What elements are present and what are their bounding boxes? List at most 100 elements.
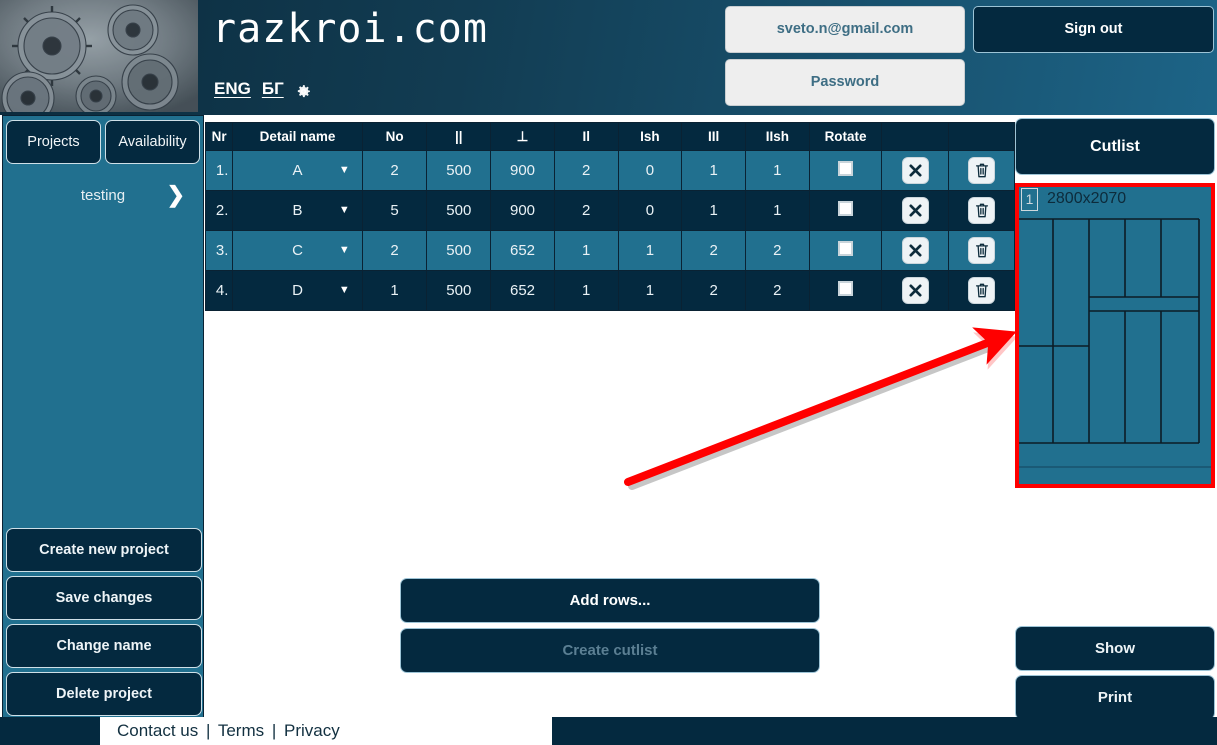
cell-iil[interactable]: 2 (681, 270, 746, 311)
right-panel: Cutlist 1 2800x2070 Show Print (1015, 118, 1215, 720)
cell-il[interactable]: 1 (553, 270, 619, 311)
cell-delete[interactable] (948, 270, 1015, 311)
col-nr: Nr (204, 122, 234, 151)
cell-iil[interactable]: 2 (681, 230, 746, 271)
cell-iish[interactable]: 1 (744, 190, 810, 231)
cell-clear[interactable] (881, 230, 950, 271)
x-circle-icon[interactable] (901, 197, 929, 224)
account-controls: sveto.n@gmail.com Password (725, 6, 965, 112)
table-header-row: Nr Detail name No || ⊥ Il Ish IIl IIsh R… (204, 122, 1015, 151)
chevron-down-icon[interactable]: ▼ (339, 204, 350, 216)
cell-iish[interactable]: 2 (744, 230, 810, 271)
cell-nr: 3. (204, 230, 234, 271)
cell-detail-name[interactable]: A ▼ (232, 150, 363, 191)
chevron-right-icon[interactable]: ❯ (167, 182, 185, 208)
cell-nr: 2. (204, 190, 234, 231)
col-perpendicular: ⊥ (490, 122, 555, 151)
save-changes-button[interactable]: Save changes (6, 576, 202, 620)
cell-iil[interactable]: 1 (681, 150, 746, 191)
cell-rotate[interactable] (808, 230, 883, 271)
cell-parallel[interactable]: 500 (426, 230, 492, 271)
cell-ish[interactable]: 1 (617, 230, 683, 271)
cell-perpendicular[interactable]: 652 (490, 270, 555, 311)
cell-detail-name[interactable]: B ▼ (232, 190, 363, 231)
details-table: Nr Detail name No || ⊥ Il Ish IIl IIsh R… (204, 122, 1015, 311)
lang-bg[interactable]: БГ (262, 79, 284, 99)
cutlist-button[interactable]: Cutlist (1015, 118, 1215, 175)
cell-perpendicular[interactable]: 652 (490, 230, 555, 271)
change-name-button[interactable]: Change name (6, 624, 202, 668)
cell-detail-name[interactable]: D ▼ (232, 270, 363, 311)
chevron-down-icon[interactable]: ▼ (339, 244, 350, 256)
trash-icon[interactable] (968, 277, 996, 304)
cell-rotate[interactable] (808, 190, 883, 231)
add-rows-button[interactable]: Add rows... (400, 578, 820, 623)
x-circle-icon[interactable] (901, 277, 929, 304)
cell-perpendicular[interactable]: 900 (490, 150, 555, 191)
cell-no[interactable]: 1 (361, 270, 428, 311)
cell-parallel[interactable]: 500 (426, 190, 492, 231)
cell-no[interactable]: 5 (361, 190, 428, 231)
cell-il[interactable]: 2 (553, 190, 619, 231)
cell-iish[interactable]: 2 (744, 270, 810, 311)
sidebar-tab-projects[interactable]: Projects (6, 120, 101, 164)
x-circle-icon[interactable] (901, 157, 929, 184)
col-no: No (361, 122, 428, 151)
cell-iish[interactable]: 1 (744, 150, 810, 191)
cell-ish[interactable]: 0 (617, 190, 683, 231)
chevron-down-icon[interactable]: ▼ (339, 164, 350, 176)
trash-icon[interactable] (968, 237, 996, 264)
print-button[interactable]: Print (1015, 675, 1215, 720)
rotate-checkbox[interactable] (838, 241, 854, 256)
table-body: 1. A ▼ 2 500 900 2 0 1 1 2. B ▼ 5 500 90… (204, 150, 1015, 311)
cell-clear[interactable] (881, 270, 950, 311)
detail-name-value: C (292, 242, 303, 259)
cell-ish[interactable]: 1 (617, 270, 683, 311)
account-email-button[interactable]: sveto.n@gmail.com (725, 6, 965, 53)
cell-parallel[interactable]: 500 (426, 270, 492, 311)
col-rotate: Rotate (808, 122, 883, 151)
cell-nr: 1. (204, 150, 234, 191)
footer-link-privacy[interactable]: Privacy (284, 721, 340, 740)
trash-icon[interactable] (968, 197, 996, 224)
rotate-checkbox[interactable] (838, 201, 854, 216)
show-button[interactable]: Show (1015, 626, 1215, 671)
cell-detail-name[interactable]: C ▼ (232, 230, 363, 271)
lang-eng[interactable]: ENG (214, 79, 251, 99)
cell-il[interactable]: 1 (553, 230, 619, 271)
cell-clear[interactable] (881, 190, 950, 231)
cell-delete[interactable] (948, 150, 1015, 191)
create-cutlist-button[interactable]: Create cutlist (400, 628, 820, 673)
rotate-checkbox[interactable] (838, 281, 854, 296)
rotate-checkbox[interactable] (838, 161, 854, 176)
cell-no[interactable]: 2 (361, 230, 428, 271)
x-circle-icon[interactable] (901, 237, 929, 264)
cell-il[interactable]: 2 (553, 150, 619, 191)
cell-rotate[interactable] (808, 150, 883, 191)
sign-out-button[interactable]: Sign out (973, 6, 1214, 53)
cell-iil[interactable]: 1 (681, 190, 746, 231)
cell-no[interactable]: 2 (361, 150, 428, 191)
gear-icon[interactable] (295, 83, 312, 100)
detail-name-value: D (292, 282, 303, 299)
cell-ish[interactable]: 0 (617, 150, 683, 191)
cell-perpendicular[interactable]: 900 (490, 190, 555, 231)
cutlist-sheet-preview[interactable]: 1 2800x2070 (1015, 183, 1215, 488)
cell-clear[interactable] (881, 150, 950, 191)
cell-delete[interactable] (948, 230, 1015, 271)
password-button[interactable]: Password (725, 59, 965, 106)
delete-project-button[interactable]: Delete project (6, 672, 202, 716)
footer-link-contact-us[interactable]: Contact us (117, 721, 198, 740)
detail-name-value: B (292, 202, 303, 219)
page-footer: Contact us | Terms | Privacy (0, 717, 1217, 745)
trash-icon[interactable] (968, 157, 996, 184)
footer-link-terms[interactable]: Terms (218, 721, 264, 740)
details-table-container: Nr Detail name No || ⊥ Il Ish IIl IIsh R… (204, 122, 1015, 311)
create-new-project-button[interactable]: Create new project (6, 528, 202, 572)
project-list-item[interactable]: testing ❯ (6, 173, 200, 218)
cell-delete[interactable] (948, 190, 1015, 231)
chevron-down-icon[interactable]: ▼ (339, 284, 350, 296)
cell-rotate[interactable] (808, 270, 883, 311)
sidebar-tab-availability[interactable]: Availability (105, 120, 200, 164)
cell-parallel[interactable]: 500 (426, 150, 492, 191)
